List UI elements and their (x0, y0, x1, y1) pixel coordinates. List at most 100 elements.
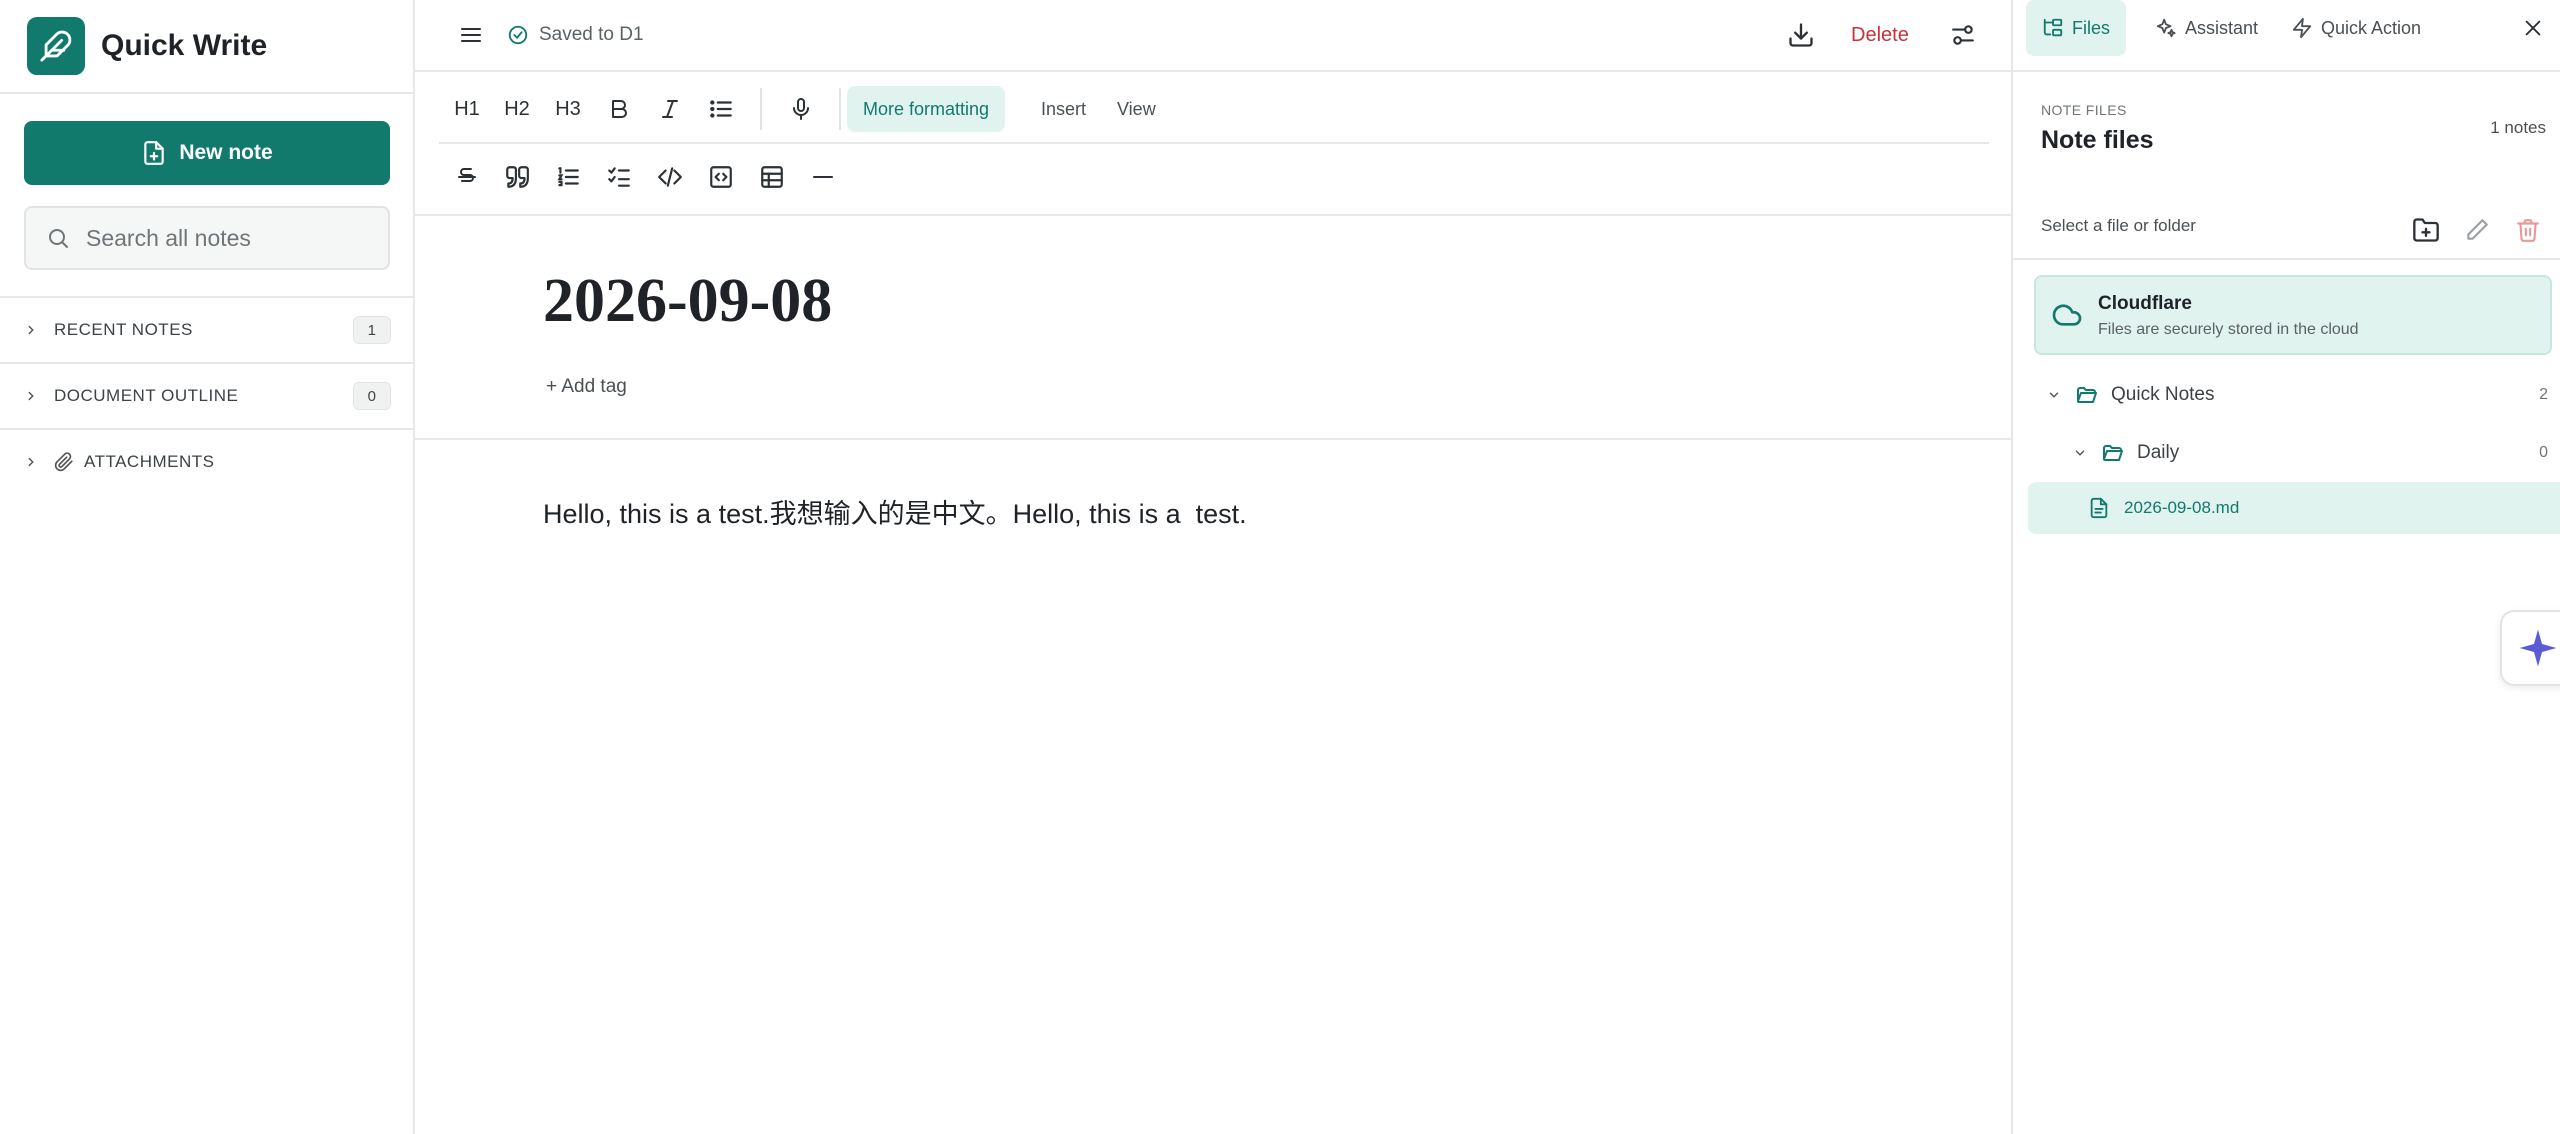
ai-assistant-button[interactable] (2500, 610, 2560, 686)
horizontal-rule-icon (813, 176, 833, 178)
code-block-button[interactable] (701, 157, 741, 197)
formatting-toolbar: H1 H2 H3 More formatting Insert View (439, 74, 1989, 144)
checklist-icon (608, 167, 630, 187)
italic-button[interactable] (650, 89, 690, 129)
section-label: NOTE FILES (2041, 102, 2127, 118)
more-formatting-toolbar (439, 144, 1989, 214)
document-title[interactable]: 2026-09-08 (543, 266, 832, 337)
heading1-button[interactable]: H1 (447, 89, 487, 129)
chevron-down-icon (2049, 392, 2059, 398)
tab-insert[interactable]: Insert (1025, 86, 1102, 132)
folder-count: 2 (2539, 386, 2548, 403)
search-box[interactable] (24, 206, 390, 270)
quote-icon (506, 166, 529, 188)
task-list-button[interactable] (599, 157, 639, 197)
select-hint: Select a file or folder (2041, 216, 2196, 235)
hamburger-icon (461, 28, 481, 42)
check-circle-icon (508, 25, 528, 45)
chevron-down-icon (2075, 450, 2085, 456)
file-plus-icon (144, 141, 165, 165)
tab-files-label: Files (2072, 17, 2111, 38)
new-folder-button[interactable] (2406, 210, 2446, 250)
document-header: 2026-09-08 + Add tag (415, 214, 2013, 440)
save-status-text: Saved to D1 (539, 24, 644, 45)
lightning-icon (2292, 17, 2312, 39)
heading3-button[interactable]: H3 (548, 89, 588, 129)
sparkles-icon (2156, 18, 2176, 38)
rename-button[interactable] (2457, 210, 2497, 250)
download-button[interactable] (1780, 14, 1822, 56)
editor-pane: Saved to D1 Delete H1 H2 H3 More formatt… (415, 0, 2013, 1134)
chevron-right-icon (28, 325, 34, 335)
folder-tree-icon (2043, 18, 2063, 37)
file-text-icon (2090, 497, 2108, 519)
recent-notes-count: 1 (353, 316, 391, 344)
tab-quick-action[interactable]: Quick Action (2275, 0, 2437, 56)
folder-quick-notes[interactable]: Quick Notes 2 (2013, 369, 2560, 421)
section-document-outline[interactable]: DOCUMENT OUTLINE 0 (0, 362, 413, 428)
document-body[interactable]: Hello, this is a test.我想输入的是中文。Hello, th… (543, 492, 1247, 531)
toolbar-divider (839, 88, 841, 130)
folder-name: Quick Notes (2111, 384, 2215, 405)
add-tag-button[interactable]: + Add tag (546, 376, 627, 398)
file-name: 2026-09-08.md (2124, 498, 2240, 517)
file-2026-09-08[interactable]: 2026-09-08.md (2028, 482, 2560, 534)
download-icon (1789, 23, 1813, 47)
numbered-list-button[interactable] (548, 157, 588, 197)
tab-view[interactable]: View (1101, 86, 1172, 132)
tab-more-formatting[interactable]: More formatting (847, 86, 1006, 132)
search-input[interactable] (86, 224, 376, 252)
strikethrough-icon (458, 168, 476, 182)
folder-name: Daily (2137, 442, 2180, 463)
microphone-icon (793, 98, 809, 120)
panel-title: Note files (2041, 126, 2154, 154)
notes-count: 1 notes (2490, 118, 2546, 137)
storage-info-card: Cloudflare Files are securely stored in … (2034, 275, 2552, 355)
bullet-list-button[interactable] (701, 89, 741, 129)
file-actions-bar: Select a file or folder (2013, 200, 2560, 260)
horizontal-rule-button[interactable] (803, 157, 843, 197)
section-label: DOCUMENT OUTLINE (54, 386, 239, 405)
table-button[interactable] (752, 157, 792, 197)
left-sidebar: Quick Write New note RECENT NOTES 1 DOCU… (0, 0, 415, 1134)
trash-icon (2517, 219, 2539, 242)
folder-open-icon (2103, 445, 2123, 461)
section-recent-notes[interactable]: RECENT NOTES 1 (0, 296, 413, 362)
brand-header: Quick Write (0, 0, 413, 94)
document-outline-count: 0 (353, 382, 391, 410)
new-note-label: New note (179, 141, 273, 164)
chevron-right-icon (28, 457, 34, 467)
editor-topbar: Saved to D1 Delete (415, 0, 2011, 72)
section-attachments[interactable]: ATTACHMENTS (0, 428, 413, 494)
strikethrough-button[interactable] (447, 157, 487, 197)
new-note-button[interactable]: New note (24, 121, 390, 185)
numbered-list-icon (557, 167, 579, 187)
bold-button[interactable] (599, 89, 639, 129)
folder-daily[interactable]: Daily 0 (2013, 427, 2560, 479)
heading3-label: H3 (555, 97, 581, 120)
delete-button[interactable]: Delete (1851, 14, 1909, 56)
inline-code-button[interactable] (650, 157, 690, 197)
quote-button[interactable] (497, 157, 537, 197)
tab-quick-action-label: Quick Action (2321, 17, 2422, 38)
menu-button[interactable] (451, 15, 491, 55)
bullet-list-icon (710, 100, 732, 118)
delete-file-button[interactable] (2508, 210, 2548, 250)
tab-files[interactable]: Files (2026, 0, 2127, 56)
section-label: ATTACHMENTS (84, 452, 215, 471)
right-panel-tabs: Files Assistant Quick Action (2013, 0, 2560, 72)
tab-assistant[interactable]: Assistant (2139, 0, 2274, 56)
cloud-icon (2052, 304, 2082, 326)
paperclip-icon (54, 452, 73, 472)
italic-icon (662, 100, 678, 118)
settings-button[interactable] (1942, 14, 1984, 56)
toolbar-divider (760, 88, 762, 130)
search-icon (49, 229, 68, 248)
sliders-icon (1952, 25, 1974, 45)
right-panel: Files Assistant Quick Action NOTE FILES … (2013, 0, 2560, 1134)
heading2-button[interactable]: H2 (497, 89, 537, 129)
close-panel-button[interactable] (2513, 8, 2553, 48)
microphone-button[interactable] (781, 89, 821, 129)
code-block-icon (710, 166, 732, 188)
feather-logo-icon (27, 17, 85, 75)
